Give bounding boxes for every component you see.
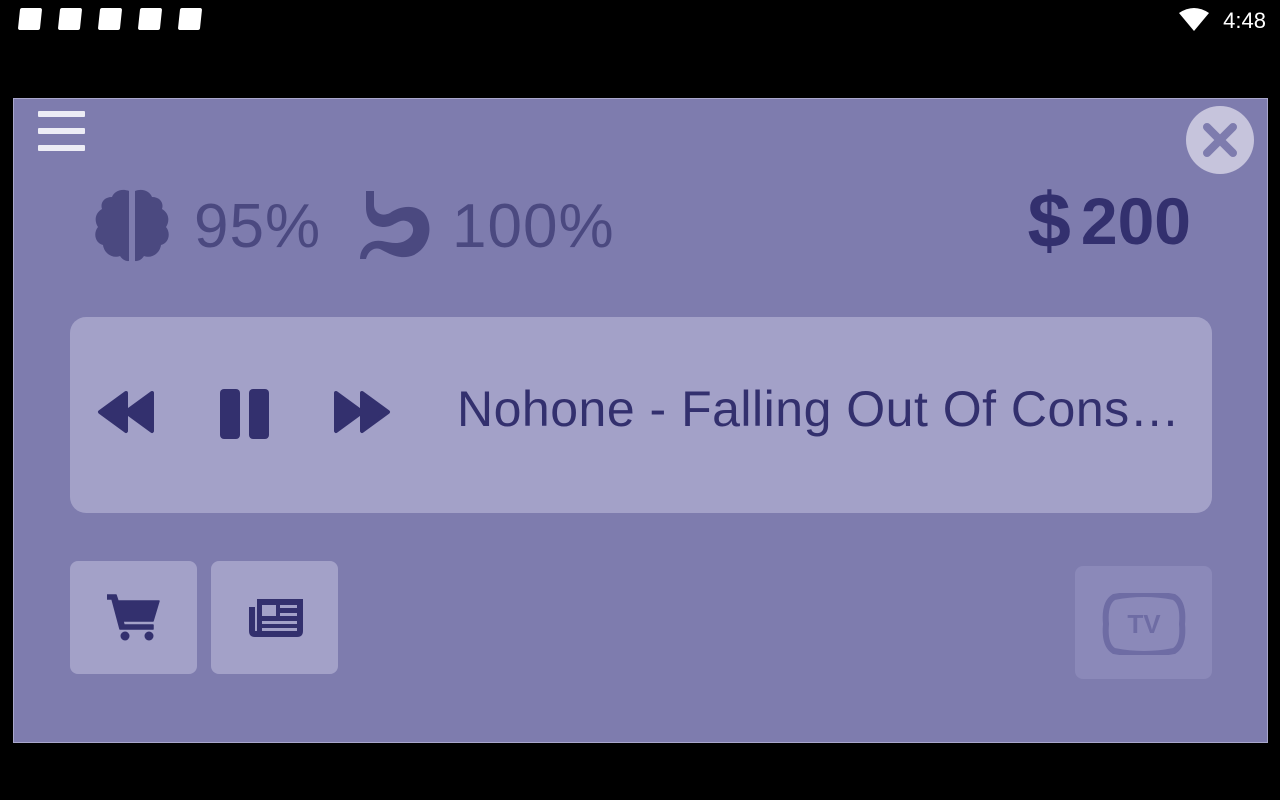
tv-icon: TV xyxy=(1102,593,1186,655)
close-button[interactable] xyxy=(1186,106,1254,174)
notification-icon xyxy=(137,8,163,30)
tv-label: TV xyxy=(1127,609,1161,639)
music-player: Nohone - Falling Out Of Consc… xyxy=(70,317,1212,513)
game-panel: 95% 100% $ 200 Nohone - Falling Out Of C… xyxy=(13,98,1268,743)
money-display: $ 200 xyxy=(1027,175,1191,266)
notification-icon xyxy=(17,8,43,30)
status-time: 4:48 xyxy=(1223,8,1266,33)
news-button[interactable] xyxy=(211,561,338,674)
stomach-stat: 100% xyxy=(358,181,615,271)
notification-icon xyxy=(177,8,203,30)
brain-stat-value: 95% xyxy=(194,191,322,261)
rewind-button[interactable] xyxy=(96,387,156,441)
notification-icon xyxy=(97,8,123,30)
newspaper-icon xyxy=(249,599,303,637)
money-value: 200 xyxy=(1080,183,1191,258)
fast-forward-button[interactable] xyxy=(332,387,392,441)
shopping-cart-icon xyxy=(107,594,160,641)
shop-button[interactable] xyxy=(70,561,197,674)
notification-icon xyxy=(57,8,83,30)
fast-forward-icon xyxy=(334,391,390,433)
track-title: Nohone - Falling Out Of Consc… xyxy=(457,381,1181,437)
menu-button[interactable] xyxy=(38,111,86,155)
brain-stat: 95% xyxy=(92,181,321,271)
stomach-icon xyxy=(360,191,430,259)
status-bar: 4:48 xyxy=(0,0,1280,40)
brain-icon xyxy=(95,189,169,262)
wifi-icon xyxy=(1179,8,1209,31)
close-icon xyxy=(1203,123,1237,157)
stomach-stat-value: 100% xyxy=(452,191,615,261)
tv-button[interactable]: TV xyxy=(1075,566,1212,679)
pause-button[interactable] xyxy=(219,387,271,445)
currency-symbol: $ xyxy=(1027,176,1071,264)
rewind-icon xyxy=(98,391,154,433)
pause-icon xyxy=(220,389,269,439)
